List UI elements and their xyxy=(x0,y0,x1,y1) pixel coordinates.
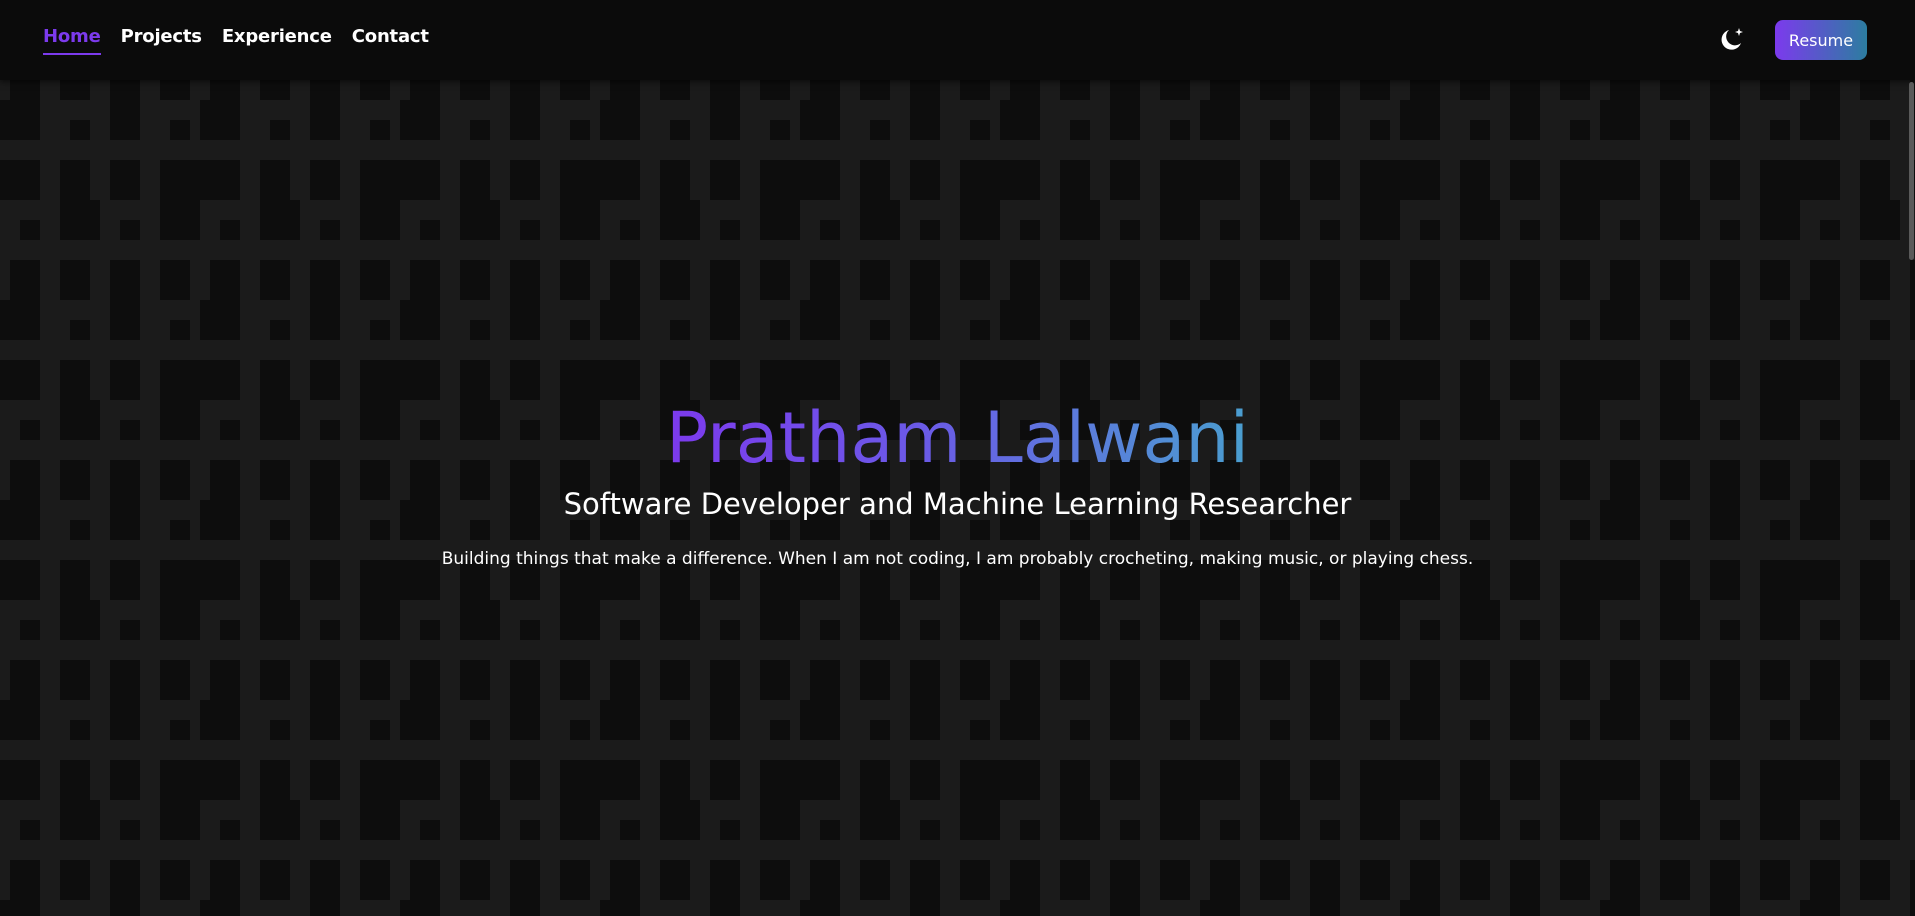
hero-name: Pratham Lalwani xyxy=(665,397,1250,479)
moon-sparkle-icon xyxy=(1721,28,1743,50)
page-scrollbar[interactable] xyxy=(1907,80,1915,916)
hero-section: Pratham Lalwani Software Developer and M… xyxy=(0,395,1915,571)
nav-item-home[interactable]: Home xyxy=(43,26,101,55)
scrollbar-thumb[interactable] xyxy=(1909,82,1914,260)
page: Home Projects Experience Contact Resume … xyxy=(0,0,1915,916)
nav-item-projects[interactable]: Projects xyxy=(121,26,202,55)
theme-toggle-button[interactable] xyxy=(1716,25,1746,55)
site-header: Home Projects Experience Contact Resume xyxy=(0,0,1915,80)
hero-subtitle: Software Developer and Machine Learning … xyxy=(563,487,1352,521)
hero-tagline: Building things that make a difference. … xyxy=(441,549,1474,569)
nav-item-contact[interactable]: Contact xyxy=(352,26,429,55)
main-nav: Home Projects Experience Contact xyxy=(43,26,429,55)
resume-button[interactable]: Resume xyxy=(1775,20,1867,60)
nav-item-experience[interactable]: Experience xyxy=(222,26,332,55)
